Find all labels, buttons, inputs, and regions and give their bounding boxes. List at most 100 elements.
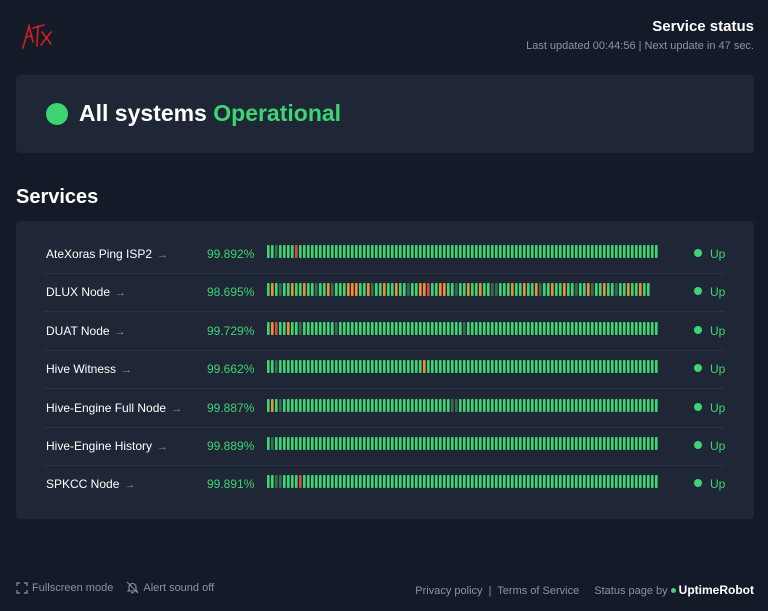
uptime-day-bar[interactable]	[355, 475, 358, 489]
uptime-day-bar[interactable]	[507, 475, 510, 489]
uptime-day-bar[interactable]	[467, 475, 470, 489]
uptime-day-bar[interactable]	[639, 475, 642, 489]
uptime-day-bar[interactable]	[399, 398, 402, 412]
uptime-day-bar[interactable]	[443, 475, 446, 489]
uptime-day-bar[interactable]	[403, 475, 406, 489]
uptime-day-bar[interactable]	[387, 321, 390, 335]
uptime-day-bar[interactable]	[519, 475, 522, 489]
uptime-day-bar[interactable]	[459, 398, 462, 412]
uptime-day-bar[interactable]	[459, 245, 462, 258]
uptime-day-bar[interactable]	[559, 360, 562, 374]
uptime-day-bar[interactable]	[607, 321, 610, 335]
uptime-day-bar[interactable]	[623, 360, 626, 374]
uptime-day-bar[interactable]	[343, 475, 346, 489]
uptime-day-bar[interactable]	[547, 283, 550, 297]
uptime-day-bar[interactable]	[647, 437, 650, 450]
uptime-day-bar[interactable]	[299, 437, 302, 450]
uptime-day-bar[interactable]	[611, 245, 614, 258]
uptime-day-bar[interactable]	[319, 360, 322, 374]
uptime-day-bar[interactable]	[439, 283, 442, 297]
uptime-day-bar[interactable]	[579, 321, 582, 335]
uptime-day-bar[interactable]	[611, 398, 614, 412]
uptime-day-bar[interactable]	[391, 360, 394, 374]
uptime-day-bar[interactable]	[419, 283, 422, 297]
uptime-day-bar[interactable]	[643, 475, 646, 489]
uptime-day-bar[interactable]	[399, 437, 402, 450]
uptime-day-bar[interactable]	[407, 321, 410, 335]
uptime-day-bar[interactable]	[483, 283, 486, 297]
uptime-day-bar[interactable]	[547, 360, 550, 374]
uptime-day-bar[interactable]	[459, 475, 462, 489]
uptime-day-bar[interactable]	[559, 475, 562, 489]
uptime-day-bar[interactable]	[655, 321, 658, 335]
uptime-day-bar[interactable]	[531, 245, 534, 258]
uptime-day-bar[interactable]	[511, 437, 514, 450]
uptime-day-bar[interactable]	[275, 283, 278, 297]
uptime-day-bar[interactable]	[307, 398, 310, 412]
uptime-day-bar[interactable]	[439, 475, 442, 489]
uptime-day-bar[interactable]	[415, 475, 418, 489]
uptime-day-bar[interactable]	[367, 475, 370, 489]
uptime-day-bar[interactable]	[579, 360, 582, 374]
uptime-day-bar[interactable]	[583, 245, 586, 258]
uptime-day-bar[interactable]	[347, 245, 350, 258]
uptime-day-bar[interactable]	[535, 398, 538, 412]
uptime-day-bar[interactable]	[271, 437, 274, 450]
uptime-day-bar[interactable]	[551, 398, 554, 412]
uptime-day-bar[interactable]	[391, 283, 394, 297]
uptime-day-bar[interactable]	[391, 245, 394, 258]
uptime-day-bar[interactable]	[627, 437, 630, 450]
uptime-day-bar[interactable]	[471, 245, 474, 258]
uptime-day-bar[interactable]	[567, 321, 570, 335]
uptime-day-bar[interactable]	[531, 321, 534, 335]
uptime-day-bar[interactable]	[587, 398, 590, 412]
uptime-day-bar[interactable]	[363, 398, 366, 412]
uptime-day-bar[interactable]	[355, 245, 358, 258]
uptime-day-bar[interactable]	[403, 437, 406, 450]
uptime-day-bar[interactable]	[535, 283, 538, 297]
uptime-day-bar[interactable]	[303, 437, 306, 450]
uptime-day-bar[interactable]	[311, 475, 314, 489]
uptime-day-bar[interactable]	[343, 283, 346, 297]
uptime-day-bar[interactable]	[479, 283, 482, 297]
uptime-day-bar[interactable]	[419, 360, 422, 374]
uptime-day-bar[interactable]	[279, 475, 282, 489]
uptime-day-bar[interactable]	[331, 437, 334, 450]
uptime-day-bar[interactable]	[603, 475, 606, 489]
uptime-day-bar[interactable]	[623, 437, 626, 450]
uptime-day-bar[interactable]	[591, 283, 594, 297]
uptime-day-bar[interactable]	[299, 398, 302, 412]
uptime-day-bar[interactable]	[439, 321, 442, 335]
uptime-day-bar[interactable]	[595, 321, 598, 335]
uptime-day-bar[interactable]	[451, 245, 454, 258]
uptime-day-bar[interactable]	[499, 283, 502, 297]
uptime-day-bar[interactable]	[479, 475, 482, 489]
uptime-day-bar[interactable]	[527, 283, 530, 297]
uptime-day-bar[interactable]	[631, 283, 634, 297]
uptime-day-bar[interactable]	[271, 398, 274, 412]
uptime-day-bar[interactable]	[475, 283, 478, 297]
uptime-day-bar[interactable]	[383, 360, 386, 374]
uptime-day-bar[interactable]	[451, 398, 454, 412]
uptime-day-bar[interactable]	[503, 283, 506, 297]
uptime-day-bar[interactable]	[283, 321, 286, 335]
uptime-day-bar[interactable]	[467, 321, 470, 335]
uptime-day-bar[interactable]	[419, 398, 422, 412]
uptime-day-bar[interactable]	[367, 360, 370, 374]
uptime-day-bar[interactable]	[655, 437, 658, 450]
uptime-day-bar[interactable]	[635, 398, 638, 412]
uptime-day-bar[interactable]	[571, 321, 574, 335]
uptime-day-bar[interactable]	[571, 437, 574, 450]
uptime-day-bar[interactable]	[651, 398, 654, 412]
uptime-day-bar[interactable]	[379, 437, 382, 450]
uptime-day-bar[interactable]	[347, 360, 350, 374]
uptime-day-bar[interactable]	[551, 245, 554, 258]
uptime-day-bar[interactable]	[627, 283, 630, 297]
uptime-day-bar[interactable]	[643, 245, 646, 258]
uptime-day-bar[interactable]	[359, 398, 362, 412]
uptime-day-bar[interactable]	[443, 398, 446, 412]
uptime-day-bar[interactable]	[431, 475, 434, 489]
uptime-day-bar[interactable]	[339, 321, 342, 335]
uptime-day-bar[interactable]	[427, 475, 430, 489]
uptime-day-bar[interactable]	[315, 398, 318, 412]
